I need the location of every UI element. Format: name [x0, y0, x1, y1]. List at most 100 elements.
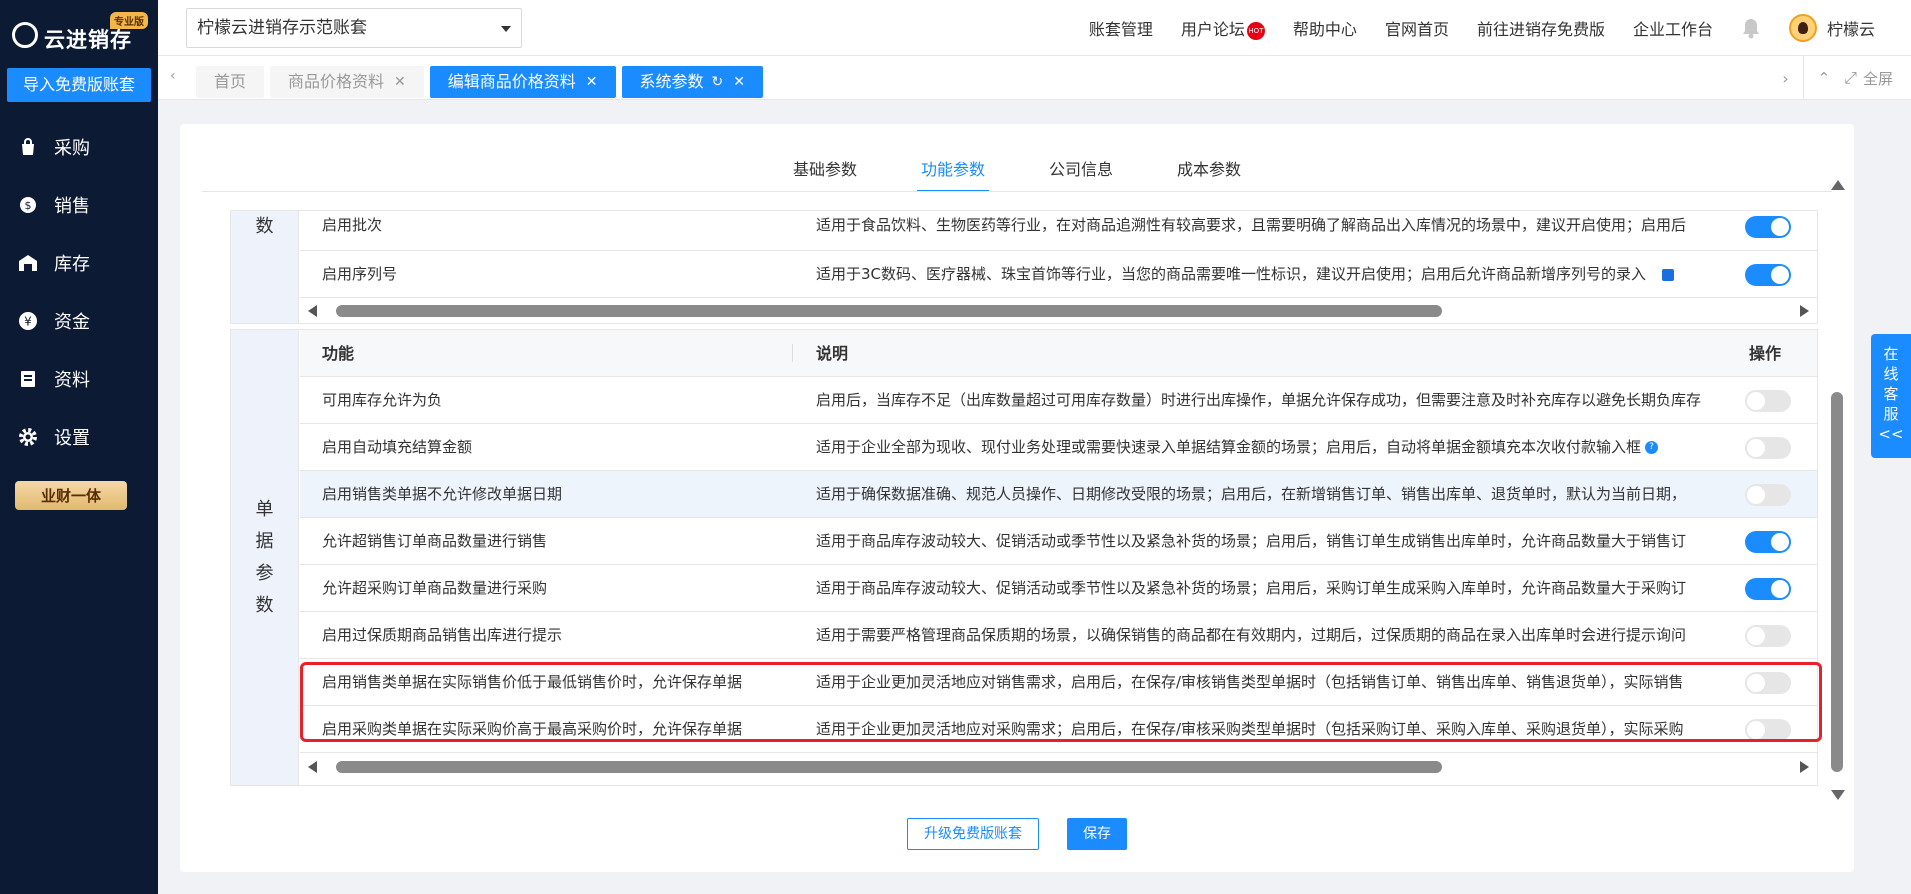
function-name: 启用销售类单据不允许修改单据日期 — [322, 485, 563, 503]
fullscreen-icon[interactable]: ⤢ — [1844, 68, 1857, 88]
scroll-down-icon[interactable] — [1831, 790, 1845, 800]
import-free-account-button[interactable]: 导入免费版账套 — [7, 68, 151, 102]
horizontal-scrollbar[interactable] — [300, 755, 1817, 779]
desc-text: 适用于3C数码、医疗器械、珠宝首饰等行业，当您的商品需要唯一性标识，建议开启使用… — [816, 265, 1647, 283]
toggle-switch[interactable] — [1745, 264, 1791, 286]
function-desc: 适用于企业全部为现收、现付业务处理或需要快速录入单据结算金额的场景；启用后，自动… — [816, 424, 1716, 471]
group-label: 单 据 参 数 — [231, 330, 299, 785]
close-icon[interactable]: ✕ — [394, 66, 406, 98]
account-select[interactable]: 柠檬云进销存示范账套 — [186, 8, 522, 48]
finance-integration-badge[interactable]: 业财一体 — [15, 481, 127, 510]
tab-edit-product-price[interactable]: 编辑商品价格资料 ✕ — [429, 66, 616, 98]
vertical-scrollbar[interactable] — [1830, 180, 1846, 800]
link-user-forum[interactable]: 用户论坛 HOT — [1181, 16, 1265, 40]
tab-company-info[interactable]: 公司信息 — [1045, 156, 1117, 192]
tab-home[interactable]: 首页 — [196, 66, 265, 98]
collapse-icon: << — [1878, 425, 1904, 443]
scroll-right-icon[interactable] — [1800, 305, 1809, 317]
scroll-thumb[interactable] — [336, 761, 1442, 773]
scroll-left-icon[interactable] — [308, 305, 317, 317]
scroll-up-icon[interactable] — [1831, 180, 1845, 190]
function-name: 启用批次 — [322, 216, 383, 234]
upgrade-free-account-button[interactable]: 升级免费版账套 — [907, 818, 1039, 850]
tab-label: 商品价格资料 — [288, 72, 385, 91]
user-name[interactable]: 柠檬云 — [1827, 16, 1875, 40]
sidebar-item-label: 资金 — [54, 312, 90, 333]
service-char: 服 — [1883, 405, 1899, 423]
chevron-left-icon[interactable]: ‹ — [170, 68, 176, 84]
tab-basic-params[interactable]: 基础参数 — [789, 156, 861, 192]
table-row: 允许超销售订单商品数量进行销售 适用于商品库存波动较大、促销活动或季节性以及紧急… — [300, 518, 1817, 565]
divider — [202, 191, 1832, 192]
toggle-switch[interactable] — [1745, 390, 1791, 412]
close-icon[interactable]: ✕ — [733, 66, 745, 98]
group-label: 数 — [231, 211, 299, 323]
toggle-switch[interactable] — [1745, 484, 1791, 506]
fullscreen-button[interactable]: 全屏 — [1863, 68, 1893, 89]
top-header: 柠檬云进销存示范账套 账套管理 用户论坛 HOT 帮助中心 官网首页 前往进销存免… — [158, 0, 1911, 56]
sidebar-item-label: 设置 — [54, 428, 90, 449]
sidebar-item-sales[interactable]: $ 销售 — [0, 176, 158, 234]
function-desc: 适用于需要严格管理商品保质期的场景，以确保销售的商品都在有效期内，过期后，过保质… — [816, 626, 1687, 644]
chevron-right-icon[interactable]: › — [1782, 69, 1788, 88]
info-icon[interactable] — [1662, 268, 1675, 281]
desc-text: 适用于企业全部为现收、现付业务处理或需要快速录入单据结算金额的场景；启用后，自动… — [816, 438, 1642, 456]
table-row: 启用过保质期商品销售出库进行提示 适用于需要严格管理商品保质期的场景，以确保销售… — [300, 612, 1817, 659]
scroll-thumb[interactable] — [336, 305, 1442, 317]
collapse-up-icon[interactable]: ⌃ — [1818, 69, 1831, 87]
tab-product-price[interactable]: 商品价格资料 ✕ — [270, 66, 424, 98]
scroll-left-icon[interactable] — [308, 761, 317, 773]
action-buttons: 升级免费版账套 保存 — [180, 818, 1854, 850]
function-desc: 适用于确保数据准确、规范人员操作、日期修改受限的场景；启用后，在新增销售订单、销… — [816, 485, 1687, 503]
refresh-icon[interactable]: ↻ — [712, 66, 724, 98]
toggle-switch[interactable] — [1745, 531, 1791, 553]
scroll-thumb[interactable] — [1831, 392, 1843, 772]
gear-icon — [18, 427, 38, 447]
sidebar-item-label: 资料 — [54, 370, 90, 391]
tab-cost-params[interactable]: 成本参数 — [1173, 156, 1245, 192]
highlight-annotation — [300, 662, 1822, 742]
tab-system-params[interactable]: 系统参数 ↻ ✕ — [621, 66, 763, 98]
settings-card: 基础参数 功能参数 公司信息 成本参数 数 启用批次 适用于食品饮料、生物医药等… — [180, 124, 1854, 872]
column-divider — [792, 344, 793, 362]
scroll-right-icon[interactable] — [1800, 761, 1809, 773]
sidebar-item-funds[interactable]: ¥ 资金 — [0, 292, 158, 350]
logo[interactable]: 云进销存 专业版 — [10, 12, 150, 52]
table-row: 启用自动填充结算金额 适用于企业全部为现收、现付业务处理或需要快速录入单据结算金… — [300, 424, 1817, 471]
toggle-switch[interactable] — [1745, 216, 1791, 238]
help-icon[interactable]: ? — [1645, 441, 1659, 454]
save-button[interactable]: 保存 — [1067, 818, 1127, 850]
function-desc: 适用于食品饮料、生物医药等行业，在对商品追溯性有较高要求，且需要明确了解商品出入… — [816, 216, 1687, 234]
link-help-center[interactable]: 帮助中心 — [1293, 16, 1357, 40]
function-name: 可用库存允许为负 — [322, 391, 443, 409]
function-desc: 启用后，当库存不足（出库数量超过可用库存数量）时进行出库操作，单据允许保存成功，… — [816, 391, 1702, 409]
close-icon[interactable]: ✕ — [586, 66, 598, 98]
sidebar-item-purchase[interactable]: 采购 — [0, 118, 158, 176]
link-official-site[interactable]: 官网首页 — [1385, 16, 1449, 40]
avatar[interactable] — [1788, 14, 1817, 42]
online-service-button[interactable]: 在 线 客 服 << — [1871, 334, 1911, 458]
tab-function-params[interactable]: 功能参数 — [916, 156, 989, 192]
bell-icon[interactable] — [1741, 17, 1761, 39]
column-header-function: 功能 — [322, 344, 355, 363]
link-free-edition[interactable]: 前往进销存免费版 — [1477, 16, 1605, 40]
toggle-switch[interactable] — [1745, 578, 1791, 600]
toggle-switch[interactable] — [1745, 625, 1791, 647]
group-char: 单 — [255, 498, 274, 520]
sidebar-item-data[interactable]: 资料 — [0, 350, 158, 408]
service-char: 线 — [1883, 365, 1899, 383]
warehouse-icon — [18, 253, 38, 273]
svg-text:$: $ — [25, 199, 32, 212]
tab-label: 系统参数 — [639, 72, 704, 91]
table-row: 可用库存允许为负 启用后，当库存不足（出库数量超过可用库存数量）时进行出库操作，… — [300, 377, 1817, 424]
link-account-management[interactable]: 账套管理 — [1089, 16, 1153, 40]
function-name: 启用序列号 — [322, 265, 398, 283]
sidebar-item-settings[interactable]: 设置 — [0, 408, 158, 466]
link-workbench[interactable]: 企业工作台 — [1633, 16, 1713, 40]
table-row: 启用销售类单据不允许修改单据日期 适用于确保数据准确、规范人员操作、日期修改受限… — [300, 471, 1817, 518]
horizontal-scrollbar[interactable] — [300, 299, 1817, 323]
sidebar-item-inventory[interactable]: 库存 — [0, 234, 158, 292]
tab-label: 首页 — [214, 72, 247, 91]
sidebar-item-label: 库存 — [54, 254, 90, 275]
toggle-switch[interactable] — [1745, 437, 1791, 459]
